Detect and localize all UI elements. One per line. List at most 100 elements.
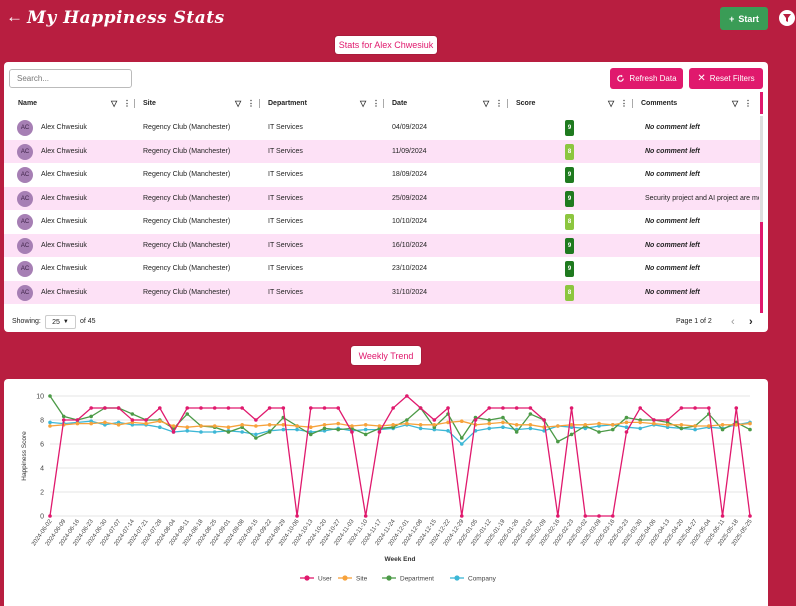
data-point-user bbox=[144, 418, 148, 422]
data-point-department bbox=[336, 427, 341, 432]
plus-icon: + bbox=[729, 13, 735, 24]
table-row[interactable]: AC Alex Chwesiuk Regency Club (Manchester)… bbox=[4, 210, 760, 234]
filter-icon[interactable]: ▽ bbox=[235, 92, 241, 114]
data-point-department bbox=[405, 418, 409, 422]
table-row[interactable]: AC Alex Chwesiuk Regency Club (Manchester)… bbox=[4, 163, 760, 187]
column-divider[interactable] bbox=[259, 99, 260, 108]
data-point-site bbox=[254, 424, 258, 428]
column-divider[interactable] bbox=[507, 99, 508, 108]
data-point-department bbox=[267, 430, 272, 434]
data-point-company bbox=[638, 426, 642, 431]
table-row[interactable]: AC Alex Chwesiuk Regency Club (Manchester)… bbox=[4, 257, 760, 281]
next-page-icon[interactable]: › bbox=[749, 316, 753, 328]
column-divider[interactable] bbox=[632, 99, 633, 108]
column-menu-icon[interactable]: ⋮ bbox=[744, 92, 752, 114]
page-size-select[interactable]: 25 ▼ bbox=[45, 315, 76, 329]
filter-button[interactable] bbox=[779, 10, 795, 26]
data-point-user bbox=[528, 406, 533, 410]
table-body: AC Alex Chwesiuk Regency Club (Manchester)… bbox=[4, 116, 760, 313]
avatar: AC bbox=[17, 190, 33, 207]
reset-filters-button[interactable]: ✕ Reset Filters bbox=[689, 68, 763, 89]
column-menu-icon[interactable]: ⋮ bbox=[372, 92, 380, 114]
column-divider[interactable] bbox=[383, 99, 384, 108]
column-menu-icon[interactable]: ⋮ bbox=[123, 92, 131, 114]
data-point-company bbox=[254, 432, 258, 437]
funnel-icon bbox=[783, 14, 791, 22]
data-point-user bbox=[556, 514, 560, 518]
table-row[interactable]: AC Alex Chwesiuk Regency Club (Manchester)… bbox=[4, 280, 760, 304]
data-point-company bbox=[501, 425, 505, 429]
back-arrow-icon[interactable]: ← bbox=[6, 8, 23, 25]
data-point-user bbox=[336, 406, 341, 410]
column-header-date[interactable]: Date bbox=[392, 92, 407, 114]
data-point-site bbox=[638, 420, 642, 425]
avatar: AC bbox=[17, 143, 33, 160]
cell-department: IT Services bbox=[268, 171, 303, 179]
data-point-company bbox=[199, 430, 203, 434]
data-point-site bbox=[583, 423, 588, 427]
scrollbar-thumb[interactable] bbox=[760, 222, 763, 313]
cell-department: IT Services bbox=[268, 218, 303, 226]
cell-site: Regency Club (Manchester) bbox=[143, 265, 231, 273]
column-menu-icon[interactable]: ⋮ bbox=[495, 92, 503, 114]
data-point-site bbox=[144, 421, 148, 426]
avatar: AC bbox=[17, 214, 33, 230]
y-tick-label: 0 bbox=[40, 514, 44, 521]
data-point-company bbox=[459, 442, 464, 446]
data-point-user bbox=[377, 430, 382, 434]
column-menu-icon[interactable]: ⋮ bbox=[247, 92, 255, 114]
filter-icon[interactable]: ▽ bbox=[360, 92, 366, 114]
table-row[interactable]: AC Alex Chwesiuk Regency Club (Manchester)… bbox=[4, 186, 760, 210]
table-footer: Showing: 25 ▼ of 45 Page 1 of 2 ‹ › bbox=[4, 314, 768, 332]
filter-icon[interactable]: ▽ bbox=[732, 92, 738, 114]
cell-date: 18/09/2024 bbox=[392, 171, 428, 179]
column-header-name[interactable]: Name bbox=[18, 92, 37, 114]
column-menu-icon[interactable]: ⋮ bbox=[620, 92, 628, 114]
data-point-company bbox=[212, 430, 217, 434]
refresh-data-button[interactable]: Refresh Data bbox=[610, 68, 683, 89]
cell-name: Alex Chwesiuk bbox=[41, 194, 87, 202]
table-row[interactable]: AC Alex Chwesiuk Regency Club (Manchester)… bbox=[4, 139, 760, 163]
table-header: Name ▽ ⋮ Site ▽ ⋮ Department ▽ ⋮ Date ▽ … bbox=[4, 92, 760, 114]
data-point-site bbox=[720, 423, 725, 427]
data-point-user bbox=[116, 406, 121, 410]
data-point-user bbox=[624, 430, 629, 434]
data-point-company bbox=[48, 420, 52, 425]
filter-icon[interactable]: ▽ bbox=[608, 92, 614, 114]
column-divider[interactable] bbox=[134, 99, 135, 108]
data-point-department bbox=[556, 439, 560, 444]
header-accent-bar bbox=[760, 92, 763, 114]
refresh-label: Refresh Data bbox=[629, 74, 677, 83]
data-point-company bbox=[446, 429, 450, 433]
search-input[interactable] bbox=[9, 69, 132, 88]
data-point-site bbox=[487, 421, 492, 426]
cell-site: Regency Club (Manchester) bbox=[143, 147, 231, 155]
data-point-department bbox=[679, 426, 684, 431]
column-header-site[interactable]: Site bbox=[143, 92, 156, 114]
filter-icon[interactable]: ▽ bbox=[483, 92, 489, 114]
prev-page-icon[interactable]: ‹ bbox=[731, 316, 735, 328]
data-point-site bbox=[624, 420, 629, 425]
column-header-comments[interactable]: Comments bbox=[641, 92, 677, 114]
column-header-score[interactable]: Score bbox=[516, 92, 535, 114]
data-point-user bbox=[254, 418, 258, 422]
top-bar: ← My Happiness Stats + Start bbox=[0, 0, 796, 36]
column-header-department[interactable]: Department bbox=[268, 92, 307, 114]
data-point-department bbox=[226, 430, 231, 434]
data-point-user bbox=[363, 514, 368, 518]
stats-table-card: Refresh Data ✕ Reset Filters Name ▽ ⋮ Si… bbox=[4, 62, 768, 332]
data-point-user bbox=[308, 406, 313, 410]
data-point-site bbox=[295, 424, 299, 428]
cell-comment: No comment left bbox=[645, 171, 700, 179]
data-point-site bbox=[116, 423, 121, 427]
filter-icon[interactable]: ▽ bbox=[111, 92, 117, 114]
cell-date: 11/09/2024 bbox=[392, 147, 427, 155]
table-row[interactable]: AC Alex Chwesiuk Regency Club (Manchester)… bbox=[4, 233, 760, 257]
legend-label: Department bbox=[400, 576, 434, 583]
table-row[interactable]: AC Alex Chwesiuk Regency Club (Manchester)… bbox=[4, 116, 760, 140]
cell-site: Regency Club (Manchester) bbox=[143, 171, 231, 179]
data-point-user bbox=[707, 406, 711, 410]
data-point-user bbox=[679, 406, 684, 410]
cell-date: 16/10/2024 bbox=[392, 241, 428, 249]
start-button[interactable]: + Start bbox=[720, 7, 768, 30]
